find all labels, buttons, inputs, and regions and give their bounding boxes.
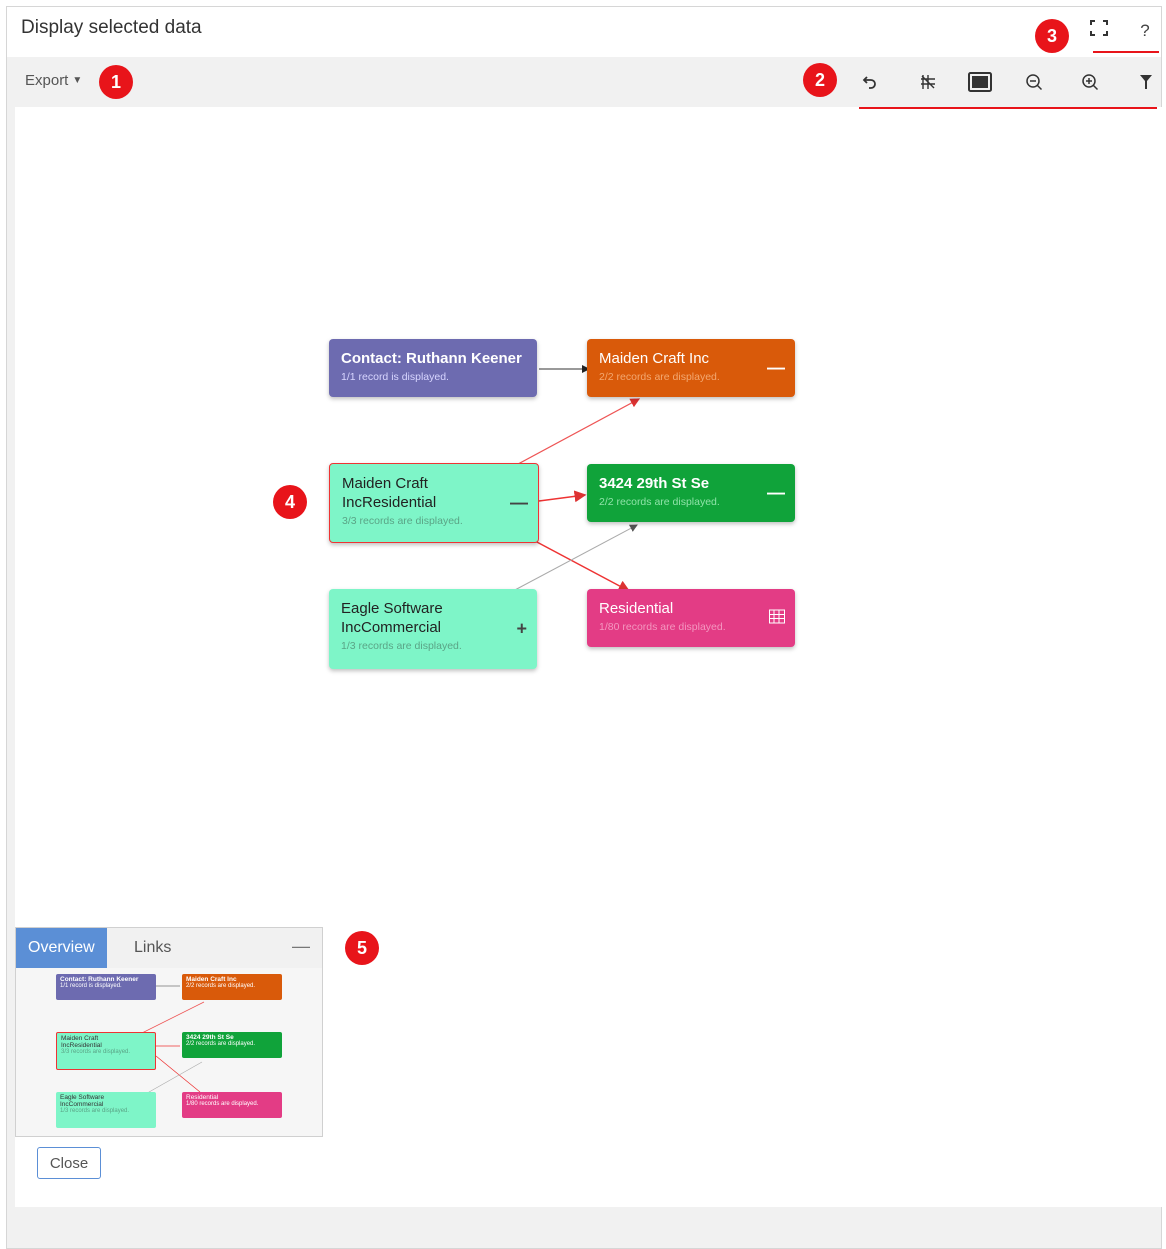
node-subtitle: 2/2 records are displayed. <box>599 371 720 383</box>
node-name: Residential <box>599 600 674 617</box>
mini-node-eagle-software: Eagle Software IncCommercial 1/3 records… <box>56 1092 156 1128</box>
marker-1: 1 <box>99 65 133 99</box>
mini-node-subtitle: 1/80 records are displayed. <box>186 1101 259 1107</box>
display-data-dialog: Display selected data ? Export ▼ Contact… <box>6 6 1163 1249</box>
node-subtitle: 1/3 records are displayed. <box>341 640 462 652</box>
graph-node-maiden-craft-inc[interactable]: Maiden Craft Inc 2/2 records are display… <box>587 339 795 397</box>
caret-down-icon: ▼ <box>72 75 83 86</box>
node-subtitle: 2/2 records are displayed. <box>599 496 720 508</box>
fit-screen-icon[interactable] <box>965 67 995 97</box>
marker-2: 2 <box>803 63 837 97</box>
export-label: Export <box>25 72 69 89</box>
edge-maiden-res-address <box>538 490 587 503</box>
export-button[interactable]: Export ▼ <box>25 72 82 89</box>
mini-node-residential: Residential 1/80 records are displayed. <box>182 1092 282 1118</box>
mini-node-maiden-craft-residential: Maiden Craft IncResidential 3/3 records … <box>56 1032 156 1070</box>
overview-panel: Overview Links — Contact: Ruthann Keener… <box>15 927 323 1137</box>
tab-overview[interactable]: Overview <box>16 928 107 968</box>
collapse-button[interactable]: — <box>510 493 528 514</box>
node-name: Contact: Ruthann Keener <box>341 350 522 367</box>
node-subtitle: 3/3 records are displayed. <box>342 515 463 527</box>
mini-node-subtitle: 1/1 record is displayed. <box>60 983 122 989</box>
overview-minimap[interactable]: Contact: Ruthann Keener 1/1 record is di… <box>16 968 322 1136</box>
zoom-in-icon[interactable] <box>1075 67 1105 97</box>
mini-node-name: Residential <box>186 1094 219 1101</box>
mini-node-name: Maiden Craft IncResidential <box>61 1035 102 1049</box>
mini-node-name: 3424 29th St Se <box>186 1034 234 1041</box>
mini-node-name: Contact: Ruthann Keener <box>60 976 139 983</box>
node-name: Eagle Software IncCommercial <box>341 600 443 636</box>
node-name: 3424 29th St Se <box>599 475 710 492</box>
mini-node-subtitle: 1/3 records are displayed. <box>60 1108 130 1114</box>
node-subtitle: 1/1 record is displayed. <box>341 371 449 383</box>
toolbar: Export ▼ <box>7 59 1161 105</box>
edge-maiden-res-residential <box>534 540 631 592</box>
node-subtitle: 1/80 records are displayed. <box>599 621 726 633</box>
graph-node-eagle-software[interactable]: Eagle Software IncCommercial 1/3 records… <box>329 589 537 669</box>
table-icon[interactable] <box>769 608 785 629</box>
marker-5: 5 <box>345 931 379 965</box>
graph-node-maiden-craft-residential[interactable]: Maiden Craft IncResidential 3/3 records … <box>329 463 539 543</box>
mini-node-subtitle: 2/2 records are displayed. <box>186 1041 256 1047</box>
dialog-title: Display selected data <box>21 17 202 38</box>
node-name: Maiden Craft IncResidential <box>342 475 437 511</box>
overview-tabs: Overview Links — <box>16 928 322 968</box>
graph-node-residential[interactable]: Residential 1/80 records are displayed. <box>587 589 795 647</box>
marker-4: 4 <box>273 485 307 519</box>
window-controls-highlight-line <box>1093 51 1159 53</box>
expand-button[interactable]: + <box>516 619 527 640</box>
help-button[interactable]: ? <box>1131 17 1159 45</box>
close-button[interactable]: Close <box>37 1147 101 1179</box>
mini-node-subtitle: 2/2 records are displayed. <box>186 983 256 989</box>
filter-icon[interactable] <box>1131 67 1161 97</box>
marker-3: 3 <box>1035 19 1069 53</box>
graph-node-address[interactable]: 3424 29th St Se 2/2 records are displaye… <box>587 464 795 522</box>
graph-node-contact[interactable]: Contact: Ruthann Keener 1/1 record is di… <box>329 339 537 397</box>
dialog-titlebar: Display selected data ? <box>7 7 1161 57</box>
hierarchy-icon[interactable] <box>913 67 943 97</box>
tab-links[interactable]: Links <box>122 928 183 968</box>
collapse-button[interactable]: — <box>767 358 785 379</box>
fullscreen-icon[interactable] <box>1085 17 1113 45</box>
edge-maiden-res-inc <box>504 398 641 472</box>
mini-node-address: 3424 29th St Se 2/2 records are displaye… <box>182 1032 282 1058</box>
mini-node-contact: Contact: Ruthann Keener 1/1 record is di… <box>56 974 156 1000</box>
undo-icon[interactable] <box>855 67 885 97</box>
mini-node-maiden-craft-inc: Maiden Craft Inc 2/2 records are display… <box>182 974 282 1000</box>
minimize-button[interactable]: — <box>292 936 310 957</box>
node-name: Maiden Craft Inc <box>599 350 710 367</box>
zoom-out-icon[interactable] <box>1019 67 1049 97</box>
mini-node-name: Maiden Craft Inc <box>186 976 237 983</box>
mini-node-name: Eagle Software IncCommercial <box>60 1094 105 1108</box>
mini-node-subtitle: 3/3 records are displayed. <box>61 1049 131 1055</box>
toolbar-highlight-line <box>859 107 1157 109</box>
collapse-button[interactable]: — <box>767 483 785 504</box>
